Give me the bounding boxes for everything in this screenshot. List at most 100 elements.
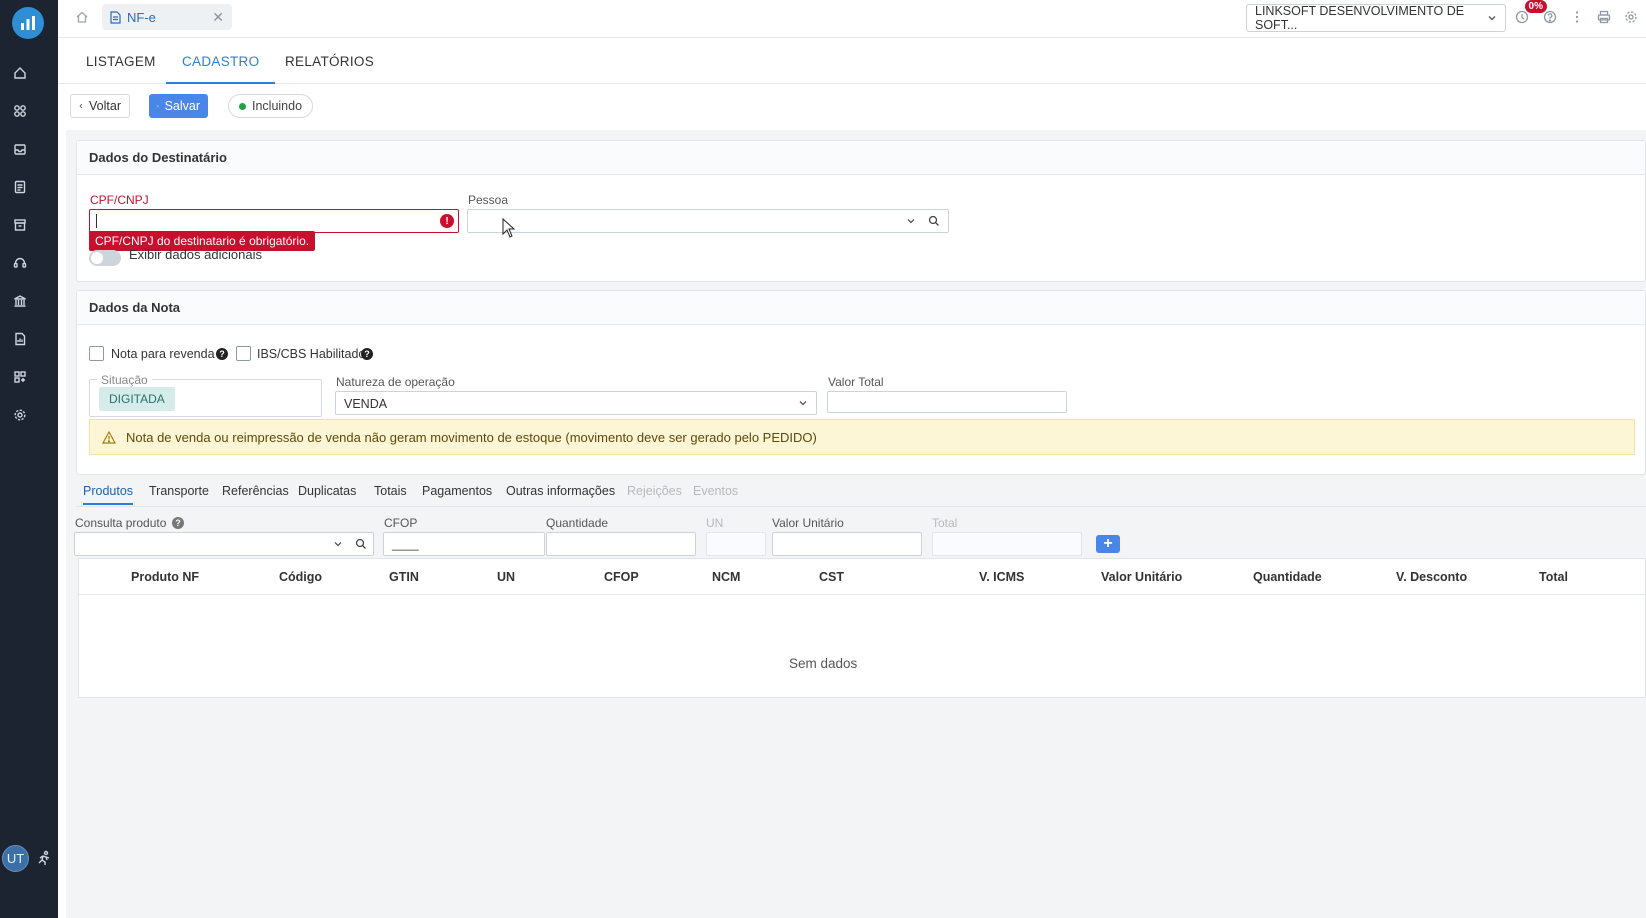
document-tab[interactable]: NF-e ✕ <box>102 4 232 30</box>
valor-total-label: Valor Total <box>828 375 884 389</box>
column-header[interactable]: V. ICMS <box>979 570 1024 584</box>
ibs-cbs-checkbox[interactable] <box>236 346 251 361</box>
column-header[interactable]: Total <box>1539 570 1568 584</box>
activity-icon[interactable] <box>36 850 54 868</box>
app-logo[interactable] <box>12 7 44 39</box>
column-header[interactable]: NCM <box>712 570 740 584</box>
search-icon[interactable] <box>928 215 940 227</box>
column-header[interactable]: Valor Unitário <box>1101 570 1182 584</box>
total-label: Total <box>932 516 958 530</box>
column-header[interactable]: UN <box>497 570 515 584</box>
subtab-eventos: Eventos <box>693 484 739 498</box>
gear-icon[interactable] <box>1624 10 1640 26</box>
destinatario-card: Dados do Destinatário CPF/CNPJ ! CPF/CNP… <box>76 140 1646 282</box>
printer-icon[interactable] <box>1597 10 1613 26</box>
valor-unitario-label: Valor Unitário <box>772 516 844 530</box>
column-header[interactable]: Produto NF <box>131 570 199 584</box>
close-tab-icon[interactable]: ✕ <box>212 9 224 26</box>
empty-state-text: Sem dados <box>789 656 858 671</box>
column-header[interactable]: GTIN <box>389 570 419 584</box>
tab-relatorios[interactable]: RELATÓRIOS <box>285 40 374 84</box>
natureza-label: Natureza de operação <box>336 375 455 389</box>
help-icon[interactable]: ? <box>172 517 184 529</box>
search-icon[interactable] <box>355 538 367 550</box>
cpf-input[interactable]: ! <box>89 209 459 233</box>
home-icon[interactable] <box>11 64 29 82</box>
settings-icon[interactable] <box>11 406 29 424</box>
subtab-transporte[interactable]: Transporte <box>149 484 209 498</box>
help-icon[interactable]: ? <box>216 348 228 360</box>
un-label: UN <box>706 516 724 530</box>
bank-icon[interactable] <box>11 292 29 310</box>
sidebar: UT <box>0 0 58 918</box>
subtab-duplicatas[interactable]: Duplicatas <box>298 484 356 498</box>
natureza-select[interactable]: VENDA <box>335 391 817 415</box>
subtab-rejeicoes: Rejeições <box>627 484 682 498</box>
additional-data-label: Exibir dados adicionais <box>129 247 262 262</box>
column-header[interactable]: CFOP <box>604 570 639 584</box>
inbox-icon[interactable] <box>11 140 29 158</box>
column-header[interactable]: V. Desconto <box>1396 570 1467 584</box>
support-icon[interactable] <box>11 254 29 272</box>
status-label: Incluindo <box>252 99 303 113</box>
subtab-outras-informacoes[interactable]: Outras informações <box>506 484 615 498</box>
company-select[interactable]: LINKSOFT DESENVOLVIMENTO DE SOFT... <box>1246 4 1506 32</box>
back-button[interactable]: Voltar <box>70 94 130 118</box>
chevron-down-icon <box>1487 13 1497 23</box>
ibs-cbs-label: IBS/CBS Habilitado <box>257 347 366 361</box>
subtab-referencias[interactable]: Referências <box>222 484 289 498</box>
user-avatar[interactable]: UT <box>2 845 29 872</box>
nota-card: Dados da Nota Nota para revenda ? IBS/CB… <box>76 290 1646 475</box>
more-vertical-icon[interactable] <box>1570 10 1586 26</box>
help-icon[interactable]: ? <box>361 348 373 360</box>
chevron-down-icon <box>798 398 808 408</box>
chevron-down-icon[interactable] <box>906 216 916 226</box>
column-header[interactable]: Código <box>279 570 322 584</box>
revenda-checkbox[interactable] <box>89 346 104 361</box>
save-button-label: Salvar <box>164 99 200 113</box>
chevron-down-icon[interactable] <box>333 539 343 549</box>
status-dot <box>239 102 246 110</box>
save-button[interactable]: Salvar <box>149 94 208 118</box>
pessoa-select[interactable] <box>467 209 949 233</box>
stock-warning-alert: Nota de venda ou reimpressão de venda nã… <box>89 419 1635 455</box>
nota-title: Dados da Nota <box>77 291 1645 325</box>
consulta-produto-label: Consulta produto <box>75 516 167 530</box>
cfop-input[interactable]: ____ <box>383 532 545 556</box>
report-icon[interactable] <box>11 330 29 348</box>
quantidade-input[interactable] <box>546 532 696 556</box>
column-header[interactable]: CST <box>819 570 844 584</box>
consulta-produto-select[interactable] <box>74 532 374 556</box>
valor-total-input[interactable] <box>827 391 1067 413</box>
subtabs-divider <box>76 506 1646 507</box>
chevron-left-icon <box>79 103 83 109</box>
subtab-totais[interactable]: Totais <box>374 484 407 498</box>
text-cursor <box>96 214 97 228</box>
subtab-produtos[interactable]: Produtos <box>83 484 134 505</box>
topbar: NF-e ✕ LINKSOFT DESENVOLVIMENTO DE SOFT.… <box>58 0 1646 38</box>
revenda-label: Nota para revenda <box>111 347 215 361</box>
help-icon[interactable] <box>1543 10 1559 26</box>
cfop-mask: ____ <box>392 537 419 551</box>
tab-listagem[interactable]: LISTAGEM <box>86 40 156 84</box>
home-icon[interactable] <box>75 10 89 24</box>
pessoa-label: Pessoa <box>468 193 509 207</box>
document-list-icon[interactable] <box>11 178 29 196</box>
content-area: Dados do Destinatário CPF/CNPJ ! CPF/CNP… <box>66 130 1646 918</box>
archive-icon[interactable] <box>11 216 29 234</box>
status-badge: Incluindo <box>228 94 314 118</box>
add-product-button[interactable]: + <box>1096 535 1120 553</box>
tab-cadastro[interactable]: CADASTRO <box>166 40 276 84</box>
valor-unitario-input[interactable] <box>772 532 922 556</box>
products-grid: Produto NF Código GTIN UN CFOP NCM CST V… <box>78 558 1646 698</box>
stock-warning-text: Nota de venda ou reimpressão de venda nã… <box>126 429 817 445</box>
additional-data-toggle[interactable] <box>89 250 121 266</box>
company-select-value: LINKSOFT DESENVOLVIMENTO DE SOFT... <box>1255 4 1465 32</box>
situacao-label: Situação <box>97 373 152 387</box>
un-input <box>706 532 766 556</box>
dashboard-icon[interactable] <box>11 368 29 386</box>
column-header[interactable]: Quantidade <box>1253 570 1322 584</box>
subtab-pagamentos[interactable]: Pagamentos <box>422 484 492 498</box>
document-tab-label: NF-e <box>127 9 156 25</box>
modules-icon[interactable] <box>11 102 29 120</box>
